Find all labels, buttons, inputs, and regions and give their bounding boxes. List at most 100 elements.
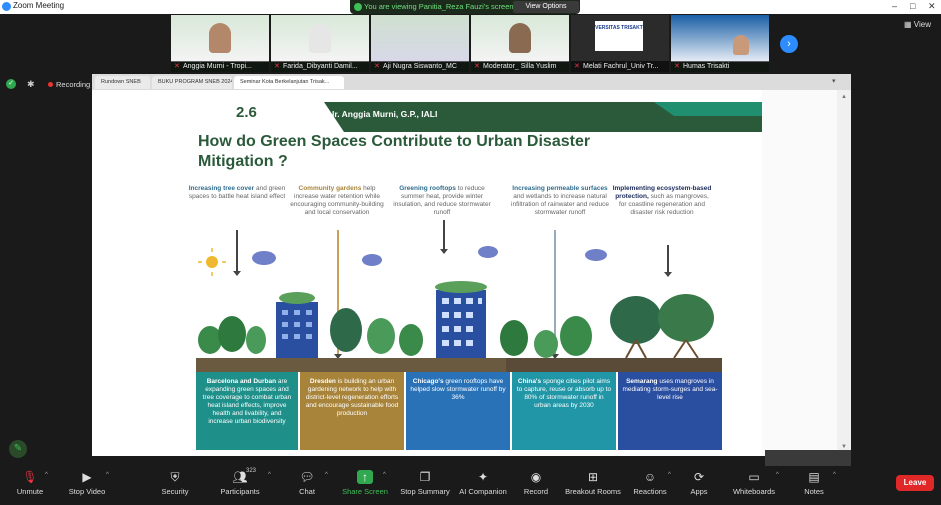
slide-number: 2.6 (236, 104, 257, 121)
record-button[interactable]: ◉ Record (506, 470, 566, 496)
case-panel-bold: Semarang (626, 378, 658, 385)
toolbar-label: AI Companion (459, 487, 507, 496)
participant-tile[interactable]: VERSITAS TRISAKT Melati Fachrul_Univ Tr.… (571, 15, 669, 72)
toolbar-label: Apps (690, 487, 708, 496)
minimize-button[interactable]: – (892, 1, 897, 11)
speaker-name: Ir. Anggia Murni, G.P., IALI (332, 109, 438, 119)
mic-muted-icon: ✕ (674, 63, 680, 70)
annotate-pencil-icon[interactable]: ✎ (9, 440, 27, 458)
participant-name: Moderator_ Silla Yuslim (471, 61, 569, 72)
case-panel: China's sponge cities pilot aims to capt… (512, 372, 616, 450)
breakout-rooms-button[interactable]: ⊞ Breakout Rooms (563, 470, 623, 496)
toolbar-label: Security (161, 487, 189, 496)
summary-icon: ❐ (419, 470, 431, 484)
browser-tab[interactable]: Rundown SNEB (95, 76, 150, 89)
participant-tile[interactable]: Anggia Murni - Tropi... ✕ (171, 15, 269, 72)
chevron-up-icon[interactable]: ^ (325, 472, 328, 478)
column-heading: Community gardens help increase water re… (287, 185, 387, 217)
chevron-up-icon[interactable]: ^ (106, 472, 109, 478)
mic-muted-icon: 🎙︎ (22, 470, 38, 484)
security-button[interactable]: ⛨ Security (145, 470, 205, 496)
toolbar-label: Notes (804, 487, 824, 496)
participant-name: Melati Fachrul_Univ Tr... (571, 61, 669, 72)
slide-margin (762, 90, 837, 456)
next-page-icon[interactable]: › (780, 35, 798, 53)
participant-name: Anggia Murni - Tropi... (171, 61, 269, 72)
record-icon: ◉ (530, 470, 542, 484)
whiteboard-icon: ▭ (748, 470, 760, 484)
participant-name: Aji Nugra Siswanto_MC (371, 61, 469, 72)
column-heading: Increasing permeable surfaces and wetlan… (510, 185, 610, 217)
column-heading: Greening rooftops to reduce summer heat,… (392, 185, 492, 217)
toolbar-label: Share Screen (342, 487, 388, 496)
ai-companion-button[interactable]: ✦ AI Companion (453, 470, 513, 496)
column-heading-text: and wetlands to increase natural infiltr… (511, 193, 609, 216)
share-screen-button[interactable]: ↑ Share Screen (335, 470, 395, 496)
shield-icon: ⛨ (170, 470, 180, 484)
column-heading-bold: Greening rooftops (399, 185, 456, 192)
mic-muted-icon: ✕ (274, 63, 280, 70)
recording-label: Recording (56, 80, 91, 89)
column-heading-bold: Community gardens (298, 185, 362, 192)
column-heading-bold: Increasing permeable surfaces (512, 185, 608, 192)
case-panel-text: are expanding green spaces and tree cove… (202, 378, 292, 425)
case-panel-bold: Dresden (309, 378, 336, 385)
toolbar-label: Participants (220, 487, 260, 496)
participant-tile[interactable]: Aji Nugra Siswanto_MC ✕ (371, 15, 469, 72)
viewing-banner-text: You are viewing Panitia_Reza Fauzi's scr… (364, 2, 514, 11)
ai-companion-icon: ✦ (477, 470, 489, 484)
chevron-up-icon[interactable]: ^ (268, 472, 271, 478)
chat-icon: 💬︎ (299, 470, 315, 484)
university-banner: VERSITAS TRISAKT (595, 21, 643, 51)
case-panel: Chicago's green rooftops have helped slo… (406, 372, 510, 450)
scroll-up-icon[interactable]: ▲ (841, 94, 847, 100)
maximize-button[interactable]: □ (910, 1, 915, 11)
column-heading: Implementing ecosystem-based protection,… (612, 185, 712, 217)
participant-face (309, 23, 331, 53)
viewing-banner: You are viewing Panitia_Reza Fauzi's scr… (350, 0, 580, 14)
leave-button[interactable]: Leave (896, 475, 934, 491)
whiteboards-button[interactable]: ▭ Whiteboards (724, 470, 784, 496)
chat-button[interactable]: 💬︎ Chat (277, 470, 337, 496)
security-shield-icon[interactable]: ✓ (6, 79, 16, 89)
participant-face (509, 23, 531, 53)
sharing-indicator-icon (354, 3, 362, 11)
column-heading: Increasing tree cover and green spaces t… (187, 185, 287, 201)
case-panel: Barcelona and Durban are expanding green… (196, 372, 298, 450)
chevron-up-icon[interactable]: ^ (776, 472, 779, 478)
toolbar-label: Stop Summary (400, 487, 450, 496)
browser-scrollbar[interactable]: ▲ ▼ (837, 90, 851, 456)
city-illustration (196, 246, 722, 372)
view-button[interactable]: ▦ View (904, 20, 931, 29)
participants-button[interactable]: 👥︎ 323 Participants (210, 468, 270, 496)
mic-muted-icon: ✕ (574, 63, 580, 70)
apps-button[interactable]: ⟳ Apps (669, 470, 729, 496)
case-panel-bold: Chicago's (412, 378, 444, 385)
chevron-up-icon[interactable]: ^ (45, 472, 48, 478)
case-panel: Semarang uses mangroves in mediating sto… (618, 372, 722, 450)
settings-icon[interactable]: ✱ (27, 79, 35, 90)
toolbar-label: Record (523, 487, 549, 496)
view-options-button[interactable]: View Options (513, 1, 579, 13)
share-icon: ↑ (357, 470, 373, 484)
chevron-up-icon[interactable]: ^ (833, 472, 836, 478)
browser-tab-active[interactable]: Seminar Kota Berkelanjutan Trisak... (234, 76, 344, 89)
notes-icon: ▤ (808, 470, 820, 484)
video-feed (371, 15, 469, 62)
video-feed (671, 15, 769, 62)
tab-dropdown-icon[interactable]: ▾ (832, 77, 836, 85)
close-button[interactable]: ✕ (928, 1, 936, 12)
participant-tile[interactable]: Farida_Dibyanti Damil... ✕ (271, 15, 369, 72)
toolbar-label: Breakout Rooms (565, 487, 621, 496)
screen-corner (765, 450, 851, 466)
unmute-button[interactable]: 🎙︎ Unmute (0, 470, 60, 496)
chevron-up-icon[interactable]: ^ (383, 472, 386, 478)
browser-tab[interactable]: BUKU PROGRAM SNEB 2024... (152, 76, 232, 89)
participant-tile[interactable]: Humas Trisakti ✕ (671, 15, 769, 72)
presentation-slide: 2.6 Ir. Anggia Murni, G.P., IALI How do … (92, 90, 762, 456)
stop-summary-button[interactable]: ❐ Stop Summary (395, 470, 455, 496)
recording-dot-icon (48, 82, 53, 87)
participant-tile[interactable]: Moderator_ Silla Yuslim ✕ (471, 15, 569, 72)
toolbar-label: Stop Video (68, 487, 106, 496)
mic-muted-icon: ✕ (374, 63, 380, 70)
